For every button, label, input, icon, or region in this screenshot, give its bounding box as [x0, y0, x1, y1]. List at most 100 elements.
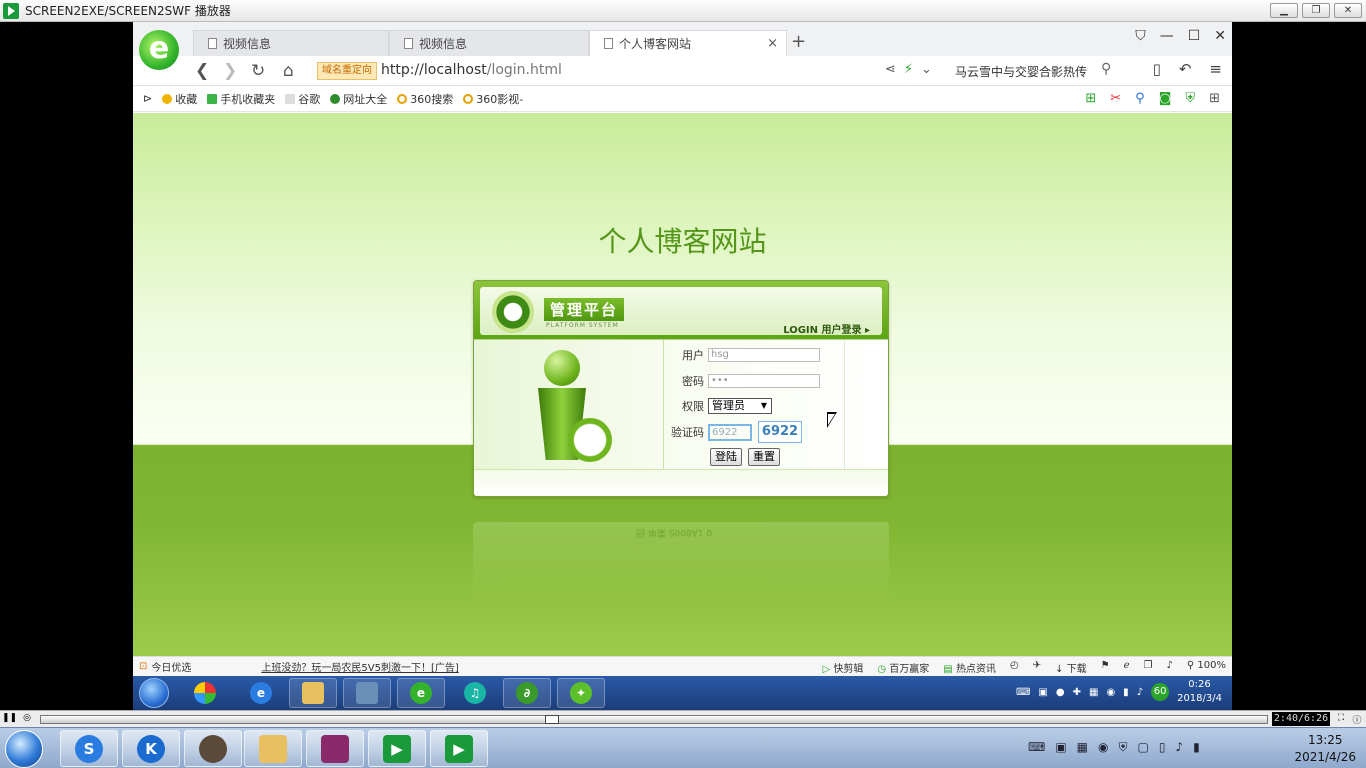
millionaire-button[interactable]: ◷ 百万赢家: [877, 660, 929, 675]
username-input[interactable]: hsg: [708, 348, 820, 362]
magnifier-icon[interactable]: ⚲: [1135, 91, 1145, 106]
undo-icon[interactable]: ↶: [1179, 60, 1192, 78]
pin-icon[interactable]: ✈: [1033, 660, 1041, 675]
maximize-icon[interactable]: ☐: [1188, 28, 1201, 44]
fullscreen-icon[interactable]: ⛶: [1334, 713, 1348, 725]
host-player-2[interactable]: ▶: [430, 730, 488, 767]
role-select[interactable]: 管理员: [708, 398, 772, 414]
volume-icon[interactable]: ♪: [1175, 740, 1183, 755]
tray-tool-icon[interactable]: ▦: [1089, 687, 1098, 698]
tray-app-icon[interactable]: ▣: [1038, 687, 1047, 698]
host-explorer[interactable]: [244, 730, 302, 767]
flag-icon[interactable]: ⚑: [1101, 660, 1110, 675]
host-k-app[interactable]: K: [122, 730, 180, 767]
taskbar-dreamweaver[interactable]: ∂: [503, 678, 551, 708]
minimize-icon[interactable]: —: [1160, 28, 1174, 44]
host-player-1[interactable]: ▶: [368, 730, 426, 767]
tray-yellow-icon[interactable]: ✚: [1073, 687, 1081, 698]
tray-orange-icon[interactable]: ▣: [1055, 740, 1066, 755]
keyboard-icon[interactable]: ⌨: [1016, 687, 1030, 698]
tray-red-icon[interactable]: ◉: [1098, 740, 1108, 755]
tray-shield-icon[interactable]: ⛨: [1119, 740, 1128, 755]
forward-icon[interactable]: ❯: [223, 61, 237, 81]
host-sogou[interactable]: S: [60, 730, 118, 767]
bookmark-mobile[interactable]: 手机收藏夹: [207, 91, 275, 107]
tray-app-icon[interactable]: ▢: [1138, 740, 1149, 755]
share-icon[interactable]: ⋖: [885, 62, 896, 77]
home-icon[interactable]: ⌂: [283, 61, 294, 81]
network-icon[interactable]: ▮: [1123, 687, 1129, 698]
tray-device-icon[interactable]: ▯: [1159, 740, 1166, 755]
bookmark-google[interactable]: 谷歌: [285, 91, 320, 107]
redirect-badge[interactable]: 域名重定向: [317, 62, 377, 80]
volume-icon[interactable]: ♪: [1137, 687, 1143, 698]
new-tab-button[interactable]: +: [791, 31, 806, 52]
qq-icon[interactable]: ◉: [1106, 687, 1115, 698]
restore-button[interactable]: ❐: [1302, 3, 1330, 18]
taskbar-music[interactable]: ♫: [451, 678, 499, 708]
mobile-icon[interactable]: ▯: [1153, 60, 1161, 78]
taskbar-360-browser[interactable]: e: [397, 678, 445, 708]
tab-video-info-1[interactable]: 视频信息: [193, 30, 389, 56]
taskbar-ie[interactable]: e: [237, 678, 285, 708]
shield-icon[interactable]: ⛨: [1185, 91, 1195, 106]
captcha-image[interactable]: 6922: [758, 421, 802, 443]
pause-icon[interactable]: ❚❚: [2, 713, 17, 725]
today-picks[interactable]: ⊡ 今日优选: [139, 659, 191, 674]
keyboard-icon[interactable]: ⌨: [1028, 740, 1045, 755]
ie-icon[interactable]: ℯ: [1124, 660, 1130, 675]
url-field[interactable]: http://localhost/login.html: [381, 62, 562, 78]
taskbar-explorer[interactable]: [289, 678, 337, 708]
taskbar-app-1[interactable]: [181, 678, 229, 708]
scissors-icon[interactable]: ✂: [1110, 91, 1121, 106]
start-button[interactable]: [139, 678, 169, 708]
download-button[interactable]: ↓ 下载: [1055, 660, 1087, 675]
taskbar-tool[interactable]: [343, 678, 391, 708]
taskbar-green-app[interactable]: ✦: [557, 678, 605, 708]
tab-personal-blog[interactable]: 个人博客网站 ×: [589, 30, 787, 56]
seek-bar[interactable]: [40, 715, 1268, 724]
bookmark-favorites[interactable]: 收藏: [162, 91, 197, 107]
seek-thumb[interactable]: [545, 715, 559, 724]
gamepad-icon[interactable]: ◙: [1159, 91, 1172, 106]
shirt-skin-icon[interactable]: ⛉: [1135, 28, 1146, 44]
inner-clock[interactable]: 0:26 2018/3/4: [1177, 678, 1222, 706]
volume-icon[interactable]: ♪: [1167, 660, 1173, 675]
translate-icon[interactable]: ⊞: [1085, 91, 1096, 106]
window-icon[interactable]: ❐: [1144, 660, 1153, 675]
back-icon[interactable]: ❮: [195, 61, 209, 81]
refresh-icon[interactable]: ↻: [251, 61, 265, 81]
search-input[interactable]: 马云雪中与交婴合影热传: [955, 63, 1087, 80]
user-login-link[interactable]: LOGIN 用户登录 ▸: [783, 321, 870, 336]
tray-grid-icon[interactable]: ▦: [1077, 740, 1088, 755]
host-clock[interactable]: 13:25 2021/4/26: [1294, 732, 1356, 766]
host-winrar[interactable]: [306, 730, 364, 767]
network-icon[interactable]: ▮: [1193, 740, 1200, 755]
quick-edit-button[interactable]: ▷ 快剪辑: [822, 660, 863, 675]
chevron-down-icon[interactable]: ⌄: [921, 62, 932, 77]
info-icon[interactable]: ⓘ: [1350, 713, 1364, 726]
menu-icon[interactable]: ≡: [1209, 60, 1222, 78]
tab-close-icon[interactable]: ×: [767, 36, 778, 51]
captcha-input[interactable]: 6922: [708, 423, 752, 441]
tab-video-info-2[interactable]: 视频信息: [389, 30, 589, 56]
close-button[interactable]: ✕: [1334, 3, 1362, 18]
password-input[interactable]: •••: [708, 374, 820, 388]
bookmark-360-search[interactable]: 360搜索: [397, 91, 453, 107]
bookmark-360-video[interactable]: 360影视-: [463, 91, 523, 107]
sidebar-toggle-icon[interactable]: ⊳: [143, 92, 152, 105]
minimize-button[interactable]: ▁: [1270, 3, 1298, 18]
host-avatar-app[interactable]: [184, 730, 242, 767]
search-icon[interactable]: ⚲: [1101, 61, 1111, 77]
news-ticker-link[interactable]: 上班没劲？玩一局农民5V5刺激一下！[广告]: [261, 659, 458, 674]
speed-dial-icon[interactable]: ◎: [20, 713, 34, 725]
bookmark-site-directory[interactable]: 网址大全: [330, 91, 387, 107]
close-icon[interactable]: ✕: [1214, 28, 1226, 44]
hot-news-button[interactable]: ▤ 热点资讯: [943, 660, 996, 675]
login-button[interactable]: 登陆: [710, 448, 742, 466]
zoom-level[interactable]: ⚲ 100%: [1187, 660, 1226, 675]
lightning-icon[interactable]: ⚡: [904, 62, 913, 77]
reset-button[interactable]: 重置: [748, 448, 780, 466]
tray-green-icon[interactable]: ●: [1056, 687, 1065, 698]
tray-badge[interactable]: 60: [1151, 683, 1170, 701]
